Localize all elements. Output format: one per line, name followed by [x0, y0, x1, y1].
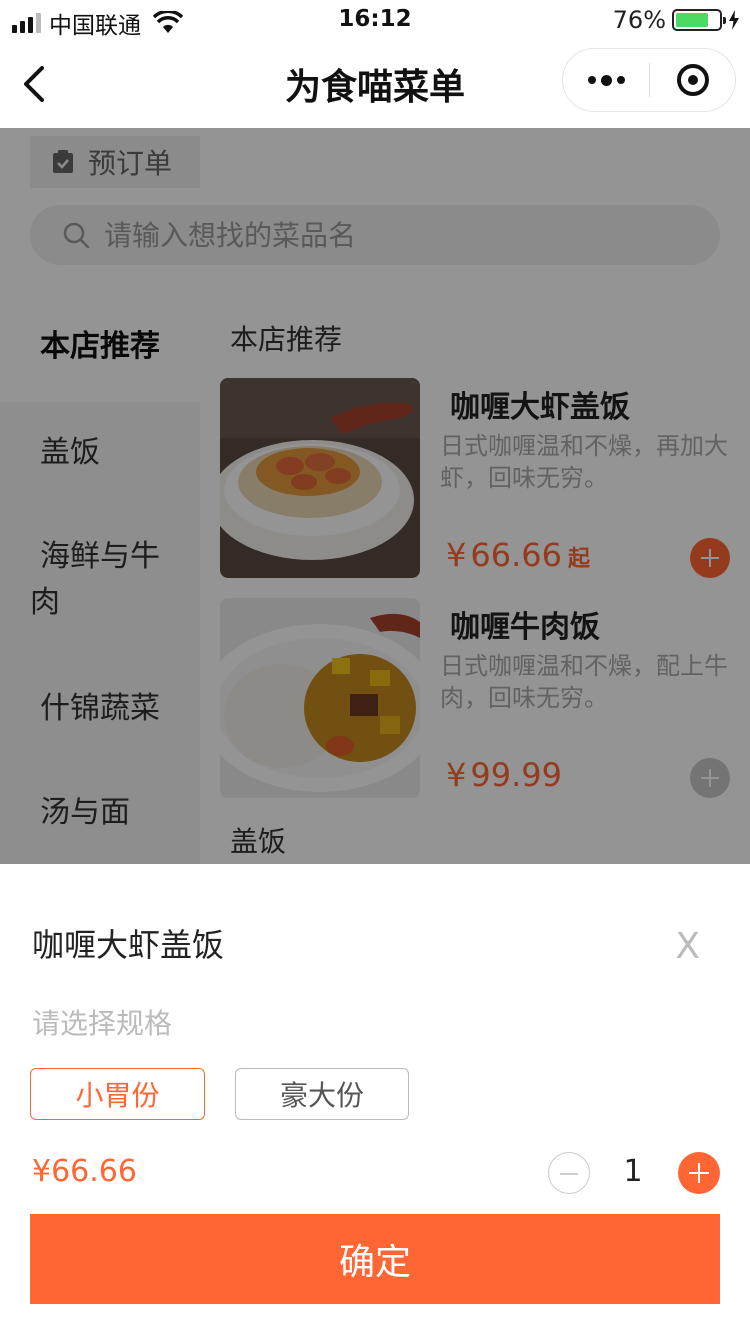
battery-icon [672, 9, 726, 31]
spec-option-large[interactable]: 豪大份 [235, 1068, 409, 1120]
confirm-button[interactable]: 确定 [30, 1214, 720, 1304]
spec-label: 请选择规格 [32, 1007, 173, 1040]
decrease-quantity-button[interactable] [548, 1152, 590, 1194]
spec-option-small[interactable]: 小胃份 [30, 1068, 205, 1120]
miniprogram-capsule [562, 48, 736, 112]
status-right: 76% [613, 6, 740, 34]
nav-bar: 为食喵菜单 [0, 40, 750, 128]
increase-quantity-button[interactable] [678, 1152, 720, 1194]
close-miniprogram-icon[interactable] [677, 64, 709, 96]
spec-selection-sheet: 咖喱大虾盖饭 X 请选择规格 小胃份 豪大份 ¥66.66 1 确定 [0, 864, 750, 1334]
charging-icon [729, 10, 739, 30]
modal-overlay[interactable] [0, 128, 750, 864]
sheet-dish-name: 咖喱大虾盖饭 [32, 926, 225, 964]
status-bar: 中国联通 16:12 76% [0, 0, 750, 40]
more-icon[interactable] [563, 49, 649, 111]
battery-percent: 76% [612, 6, 666, 34]
capsule-divider [649, 63, 650, 97]
battery-fill [676, 13, 708, 27]
selected-price: ¥66.66 [32, 1154, 137, 1189]
close-button[interactable]: X [675, 926, 700, 967]
quantity-value: 1 [623, 1154, 643, 1189]
